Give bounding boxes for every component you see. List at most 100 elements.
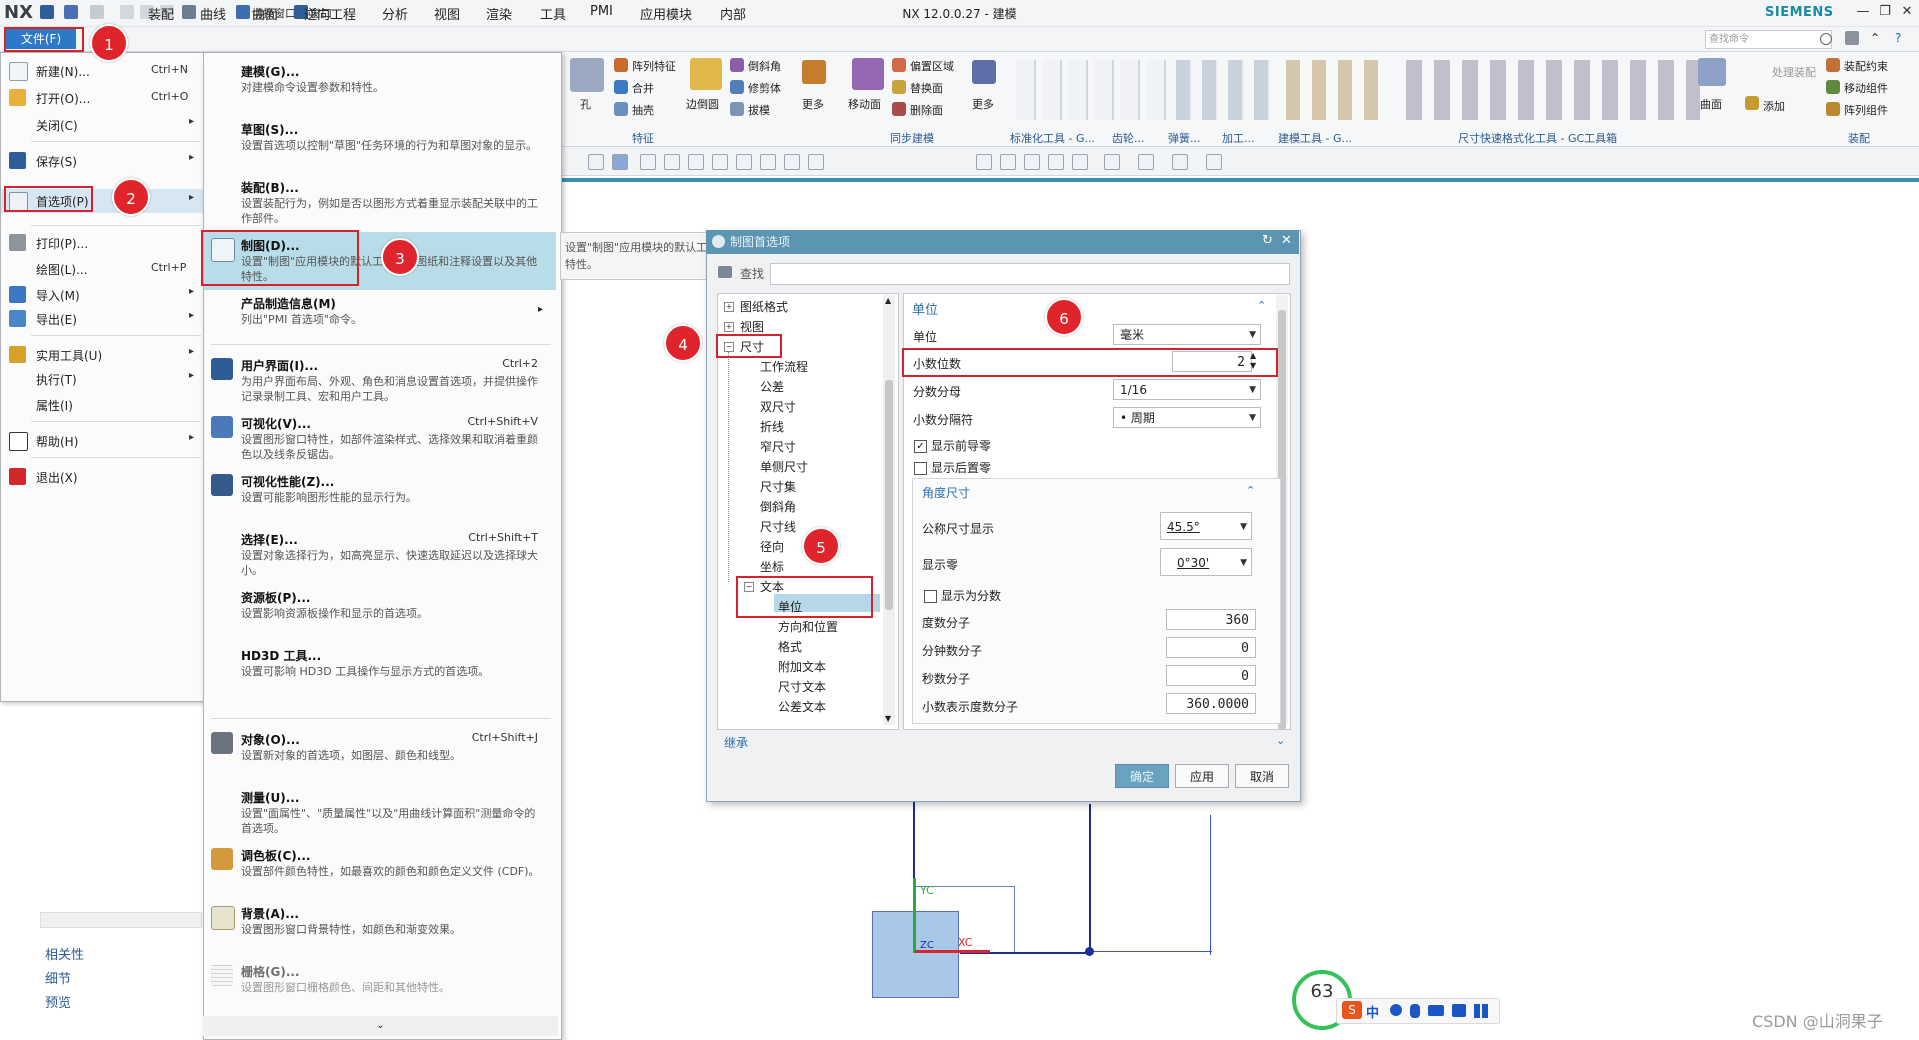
point-icon[interactable] [712,154,728,170]
tree-item-narrow[interactable]: 窄尺寸 [760,438,796,455]
microphone-icon[interactable] [1410,1004,1420,1018]
modeling-tools-icon-strip[interactable] [1280,60,1380,120]
pref-visualization[interactable]: 可视化(V)... Ctrl+Shift+V 设置图形窗口特性，如部件渲染样式、… [203,412,558,464]
tree-scroll-thumb[interactable] [885,380,893,610]
draft-icon[interactable] [730,102,744,116]
edge-blend-icon[interactable] [690,58,722,90]
angle-section-header[interactable]: 角度尺寸 [922,484,970,501]
pattern-component-icon[interactable] [1826,102,1840,116]
pattern-feature-button[interactable]: 阵列特征 [632,58,676,74]
tree-item-appended-text[interactable]: 附加文本 [778,658,826,675]
section-icon[interactable] [1206,154,1222,170]
circle-icon[interactable] [736,154,752,170]
tree-item-jog[interactable]: 折线 [760,418,784,435]
ribbon-options-icon[interactable] [1845,31,1859,45]
fraction-denominator-dropdown[interactable]: 1/16 ▼ [1113,379,1261,400]
details-link[interactable]: 细节 [45,968,71,987]
pref-resource-bar[interactable]: 资源板(P)... 设置影响资源板操作和显示的首选项。 [203,586,558,626]
menu-application[interactable]: 应用模块 [640,4,692,23]
command-search-input[interactable]: 查找命令 [1705,30,1832,49]
tree-item-workflow[interactable]: 工作流程 [760,358,808,375]
chamfer-icon[interactable] [730,58,744,72]
file-menu-utilities[interactable]: 实用工具(U) ▸ [1,343,204,367]
tree-item-format[interactable]: 格式 [778,638,802,655]
expand-icon[interactable]: + [724,322,734,332]
toolbox-icon[interactable] [1474,1004,1488,1018]
file-menu-open[interactable]: 打开(O)... Ctrl+O [1,86,204,110]
combine-icon[interactable] [614,80,628,94]
pref-assembly[interactable]: 装配(B)... 设置装配行为，例如是否以图形方式着重显示装配关联中的工作部件。 [203,176,558,228]
file-menu-plot[interactable]: 绘图(L)... Ctrl+P [1,257,204,281]
second-numerator-input[interactable]: 0 [1166,665,1256,686]
tree-item-ordinate[interactable]: 坐标 [760,558,784,575]
file-menu-print[interactable]: 打印(P)... [1,231,204,255]
menu-reverse-engineering[interactable]: 逆向工程 [304,4,356,23]
replace-face-icon[interactable] [892,80,906,94]
offset-region-icon[interactable] [892,58,906,72]
menu-render[interactable]: 渲染 [486,4,512,23]
file-menu-exit[interactable]: 退出(X) [1,465,204,489]
shell-icon[interactable] [614,102,628,116]
more-sync-button[interactable]: 更多 [972,96,994,112]
restore-icon[interactable]: ❐ [1874,3,1896,21]
move-face-button[interactable]: 移动面 [848,96,881,112]
tree-item-dimension-text[interactable]: 尺寸文本 [778,678,826,695]
process-assembly-button[interactable]: 处理装配 [1772,64,1816,80]
pattern-component-button[interactable]: 阵列组件 [1844,102,1888,118]
view-cube-icon[interactable] [612,154,628,170]
show-leading-zeros-checkbox[interactable]: ✓ [914,440,927,453]
spline-icon[interactable] [688,154,704,170]
pref-visualization-performance[interactable]: 可视化性能(Z)... 设置可能影响图形性能的显示行为。 [203,470,558,510]
menu-surface[interactable]: 曲面 [252,4,278,23]
replace-face-button[interactable]: 替换面 [910,80,943,96]
shaded-icon[interactable] [1172,154,1188,170]
chevron-up-icon[interactable]: ⌃ [1870,31,1880,45]
collapse-section-icon[interactable]: ⌃ [1257,299,1266,312]
cancel-button[interactable]: 取消 [1235,764,1289,788]
tree-item-tolerance[interactable]: 公差 [760,378,784,395]
tree-item-single-sided[interactable]: 单侧尺寸 [760,458,808,475]
tree-item-chamfer[interactable]: 倒斜角 [760,498,796,515]
ime-language[interactable]: 中 [1366,1002,1379,1021]
expand-icon[interactable]: + [724,302,734,312]
pref-selection[interactable]: 选择(E)... Ctrl+Shift+T 设置对象选择行为，如高亮显示、快速选… [203,528,558,580]
surface-icon[interactable] [1698,58,1726,86]
tree-item-view[interactable]: 视图 [740,318,764,335]
move-component-button[interactable]: 移动组件 [1844,80,1888,96]
scroll-down-icon[interactable]: ⌄ [203,1016,558,1036]
dialog-titlebar[interactable] [706,230,1299,254]
pref-background[interactable]: 背景(A)... 设置图形窗口背景特性，如颜色和渐变效果。 [203,902,558,942]
pref-user-interface[interactable]: 用户界面(I)... Ctrl+2 为用户界面布局、外观、角色和消息设置首选项，… [203,354,558,406]
help-icon[interactable]: ? [1895,31,1901,45]
pref-grid[interactable]: 栅格(G)... 设置图形窗口栅格颜色、间距和其他特性。 [203,960,558,1000]
rotate-icon[interactable] [1024,154,1040,170]
menu-curve[interactable]: 曲线 [200,4,226,23]
assembly-constraint-button[interactable]: 装配约束 [1844,58,1888,74]
reset-icon[interactable]: ↻ [1262,233,1273,248]
line-icon[interactable] [640,154,656,170]
menu-view[interactable]: 视图 [434,4,460,23]
pref-palette[interactable]: 调色板(C)... 设置部件颜色特性，如最喜欢的颜色和颜色定义文件 (CDF)。 [203,844,558,884]
pref-pmi[interactable]: 产品制造信息(M) 列出"PMI 首选项"命令。 ▸ [203,292,558,340]
draft-button[interactable]: 拔模 [748,102,770,118]
menu-analysis[interactable]: 分析 [382,4,408,23]
dialog-close-icon[interactable]: ✕ [1281,233,1292,248]
preview-link[interactable]: 预览 [45,992,71,1011]
more-feature-button[interactable]: 更多 [802,96,824,112]
punctuation-icon[interactable] [1390,1004,1402,1016]
decimal-separator-dropdown[interactable]: • 周期 ▼ [1113,407,1261,428]
ok-button[interactable]: 确定 [1115,764,1169,788]
scroll-up-icon[interactable]: ▲ [885,296,891,305]
fit-view-icon[interactable] [976,154,992,170]
edge-blend-button[interactable]: 边倒圆 [686,96,719,112]
more-sync-icon[interactable] [972,60,996,84]
offset-icon[interactable] [784,154,800,170]
tree-item-dimension-set[interactable]: 尺寸集 [760,478,796,495]
tree-item-dimension-line[interactable]: 尺寸线 [760,518,796,535]
minute-numerator-input[interactable]: 0 [1166,637,1256,658]
pref-object[interactable]: 对象(O)... Ctrl+Shift+J 设置新对象的首选项，如图层、颜色和线… [203,728,558,768]
apply-button[interactable]: 应用 [1175,764,1229,788]
menu-internal[interactable]: 内部 [720,4,746,23]
grid-icon[interactable] [808,154,824,170]
scroll-down-icon[interactable]: ▼ [885,714,891,723]
